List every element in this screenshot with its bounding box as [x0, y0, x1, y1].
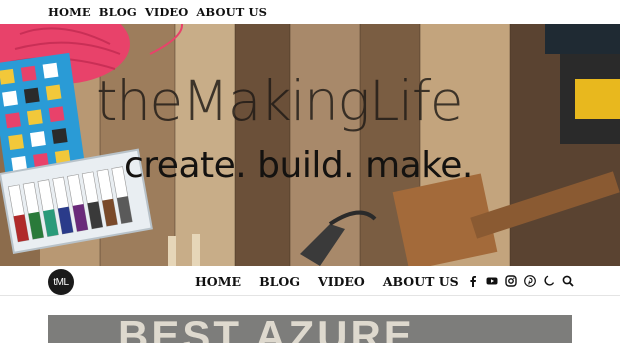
- main-nav-blog[interactable]: BLOG: [259, 274, 300, 289]
- pinterest-icon[interactable]: [523, 275, 536, 288]
- site-logo[interactable]: tML: [48, 269, 74, 295]
- main-nav-about-us[interactable]: ABOUT US: [383, 274, 459, 289]
- featured-post-banner[interactable]: BEST AZURE: [48, 315, 572, 343]
- main-nav-video[interactable]: VIDEO: [318, 274, 365, 289]
- featured-post-title: BEST AZURE: [118, 315, 415, 343]
- top-nav-home[interactable]: HOME: [48, 5, 91, 19]
- top-nav: HOME BLOG VIDEO ABOUT US: [0, 0, 620, 24]
- top-nav-about-us[interactable]: ABOUT US: [196, 5, 267, 19]
- social-icons: [466, 266, 574, 296]
- main-nav-links: HOME BLOG VIDEO ABOUT US: [195, 266, 459, 296]
- top-nav-blog[interactable]: BLOG: [99, 5, 137, 19]
- main-nav-home[interactable]: HOME: [195, 274, 241, 289]
- site-title: theMakingLife: [96, 69, 464, 133]
- top-nav-video[interactable]: VIDEO: [145, 5, 189, 19]
- hero-banner: theMakingLife create. build. make.: [0, 24, 620, 266]
- facebook-icon[interactable]: [466, 275, 479, 288]
- moon-icon[interactable]: [542, 275, 555, 288]
- main-nav: tML HOME BLOG VIDEO ABOUT US: [0, 266, 620, 296]
- instagram-icon[interactable]: [504, 275, 517, 288]
- site-tagline: create. build. make.: [124, 145, 473, 186]
- search-icon[interactable]: [561, 275, 574, 288]
- youtube-icon[interactable]: [485, 275, 498, 288]
